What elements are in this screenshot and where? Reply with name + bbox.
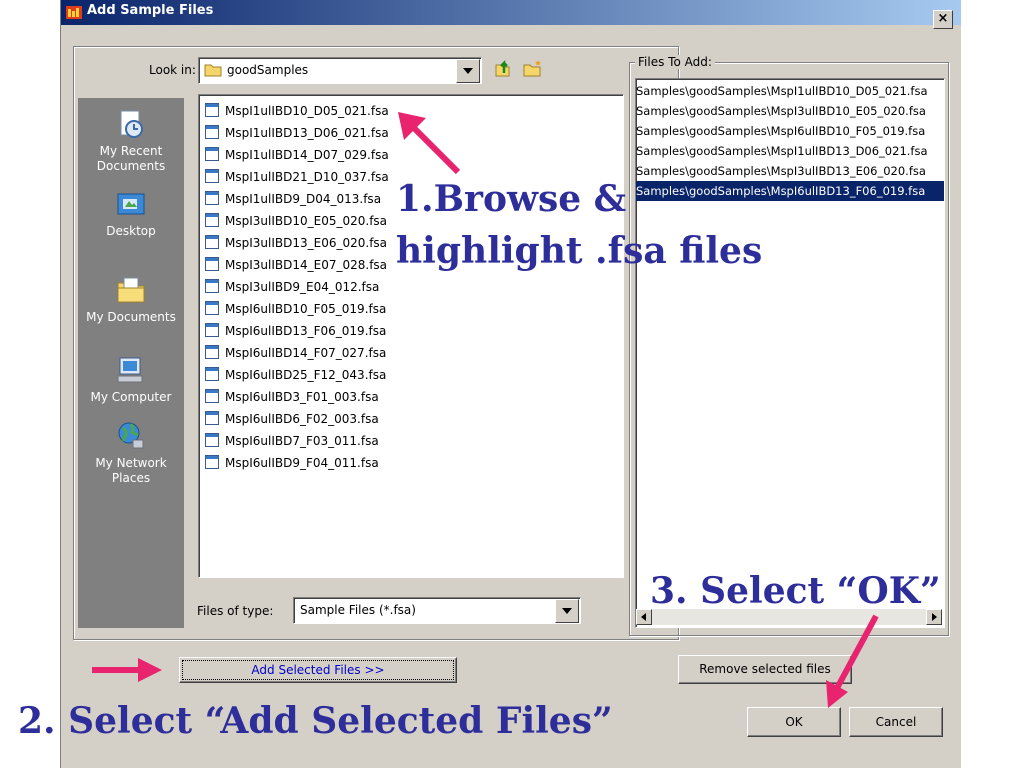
recent-documents-icon <box>120 110 143 138</box>
files-of-type-value: Sample Files (*.fsa) <box>300 603 416 617</box>
file-item[interactable]: MspI3ulIBD14_E07_028.fsa <box>205 255 387 275</box>
file-item[interactable]: MspI3ulIBD9_E04_012.fsa <box>205 277 379 297</box>
remove-selected-files-button[interactable]: Remove selected files <box>678 655 852 684</box>
file-item[interactable]: MspI1ulIBD10_D05_021.fsa <box>205 101 389 121</box>
fsa-file-icon <box>205 235 219 249</box>
file-item[interactable]: MspI1ulIBD13_D06_021.fsa <box>205 123 389 143</box>
files-to-add-item[interactable]: Samples\goodSamples\MspI6ulIBD10_F05_019… <box>636 121 944 141</box>
files-to-add-item[interactable]: Samples\goodSamples\MspI1ulIBD13_D06_021… <box>636 141 944 161</box>
place-label: My Recent Documents <box>96 144 166 173</box>
files-to-add-item-selected[interactable]: Samples\goodSamples\MspI6ulIBD13_F06_019… <box>636 181 944 201</box>
file-item[interactable]: MspI6ulIBD13_F06_019.fsa <box>205 321 386 341</box>
my-computer-icon <box>117 357 143 383</box>
files-of-type-dropdown-arrow[interactable] <box>555 599 579 623</box>
place-my-network[interactable]: My Network Places <box>78 420 184 486</box>
my-documents-icon <box>117 277 145 303</box>
add-selected-files-button[interactable]: Add Selected Files >> <box>179 657 457 683</box>
file-item[interactable]: MspI6ulIBD6_F02_003.fsa <box>205 409 379 429</box>
file-item[interactable]: MspI1ulIBD9_D04_013.fsa <box>205 189 381 209</box>
new-folder-icon[interactable] <box>522 58 544 78</box>
look-in-dropdown-arrow[interactable] <box>456 59 480 83</box>
file-item[interactable]: MspI6ulIBD25_F12_043.fsa <box>205 365 386 385</box>
annotation-step1-line1: 1.Browse & <box>396 178 627 220</box>
fsa-file-icon <box>205 345 219 359</box>
file-item[interactable]: MspI6ulIBD7_F03_011.fsa <box>205 431 379 451</box>
fsa-file-icon <box>205 433 219 447</box>
up-folder-icon[interactable] <box>493 57 513 79</box>
file-item[interactable]: MspI1ulIBD14_D07_029.fsa <box>205 145 389 165</box>
place-label: My Documents <box>86 310 176 324</box>
file-item[interactable]: MspI6ulIBD9_F04_011.fsa <box>205 453 379 473</box>
title-bar[interactable]: Add Sample Files <box>61 0 961 25</box>
place-label: My Computer <box>90 390 172 404</box>
place-label: Desktop <box>106 224 156 238</box>
place-my-documents[interactable]: My Documents <box>78 274 184 325</box>
files-to-add-item[interactable]: Samples\goodSamples\MspI1ulIBD10_D05_021… <box>636 81 944 101</box>
place-my-computer[interactable]: My Computer <box>78 354 184 405</box>
fsa-file-icon <box>205 191 219 205</box>
place-desktop[interactable]: Desktop <box>78 188 184 239</box>
file-item[interactable]: MspI6ulIBD3_F01_003.fsa <box>205 387 379 407</box>
files-to-add-item[interactable]: Samples\goodSamples\MspI3ulIBD13_E06_020… <box>636 161 944 181</box>
add-sample-files-dialog: Add Sample Files × Look in: goodSamples … <box>60 0 961 768</box>
look-in-value: goodSamples <box>227 63 309 77</box>
file-item[interactable]: MspI3ulIBD10_E05_020.fsa <box>205 211 387 231</box>
fsa-file-icon <box>205 301 219 315</box>
files-to-add-label: Files To Add: <box>635 55 715 69</box>
annotation-step2: 2. Select “Add Selected Files” <box>18 700 613 742</box>
close-button[interactable]: × <box>933 10 953 29</box>
look-in-dropdown[interactable]: goodSamples <box>198 57 482 84</box>
fsa-file-icon <box>205 367 219 381</box>
desktop-icon <box>117 193 145 215</box>
window-title: Add Sample Files <box>87 3 214 18</box>
ok-button[interactable]: OK <box>747 707 841 737</box>
folder-icon <box>204 64 222 77</box>
fsa-file-icon <box>205 257 219 271</box>
files-of-type-dropdown[interactable]: Sample Files (*.fsa) <box>293 597 581 624</box>
files-of-type-label: Files of type: <box>197 604 274 618</box>
fsa-file-icon <box>205 323 219 337</box>
annotation-step3: 3. Select “OK” <box>650 570 941 612</box>
fsa-file-icon <box>205 213 219 227</box>
file-item[interactable]: MspI3ulIBD13_E06_020.fsa <box>205 233 387 253</box>
place-recent-documents[interactable]: My Recent Documents <box>78 108 184 174</box>
fsa-file-icon <box>205 279 219 293</box>
my-network-places-icon <box>118 422 144 449</box>
file-item[interactable]: MspI6ulIBD10_F05_019.fsa <box>205 299 386 319</box>
fsa-file-icon <box>205 389 219 403</box>
cancel-button[interactable]: Cancel <box>849 707 943 737</box>
look-in-label: Look in: <box>149 63 196 77</box>
fsa-file-icon <box>205 411 219 425</box>
fsa-file-icon <box>205 455 219 469</box>
fsa-file-icon <box>205 169 219 183</box>
files-to-add-item[interactable]: Samples\goodSamples\MspI3ulIBD10_E05_020… <box>636 101 944 121</box>
file-list[interactable]: MspI1ulIBD10_D05_021.fsa MspI1ulIBD13_D0… <box>198 94 624 578</box>
file-item[interactable]: MspI1ulIBD21_D10_037.fsa <box>205 167 389 187</box>
fsa-file-icon <box>205 103 219 117</box>
fsa-file-icon <box>205 125 219 139</box>
app-icon <box>66 6 82 19</box>
place-label: My Network Places <box>95 456 167 485</box>
annotation-step1-line2: highlight .fsa files <box>396 230 763 272</box>
fsa-file-icon <box>205 147 219 161</box>
places-bar: My Recent Documents Desktop My Documents <box>78 98 184 628</box>
files-to-add-list[interactable]: Samples\goodSamples\MspI1ulIBD10_D05_021… <box>635 78 945 628</box>
file-item[interactable]: MspI6ulIBD14_F07_027.fsa <box>205 343 386 363</box>
